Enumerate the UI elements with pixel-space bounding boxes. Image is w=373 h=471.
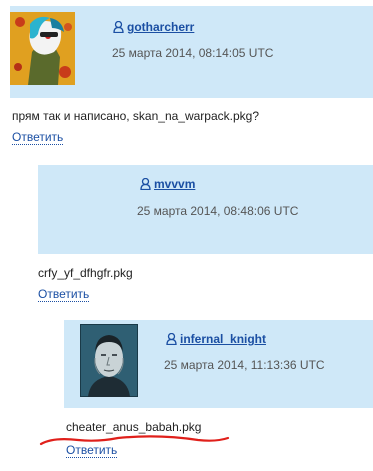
reply-link[interactable]: Ответить	[66, 444, 118, 458]
username[interactable]: infernal_knight	[180, 332, 266, 346]
comment-date: 25 марта 2014, 11:13:36 UTC	[164, 358, 325, 372]
user-icon	[166, 333, 177, 345]
comment-infernal-knight: infernal_knight 25 марта 2014, 11:13:36 …	[0, 0, 373, 471]
username-link[interactable]: infernal_knight	[166, 332, 266, 346]
avatar[interactable]	[80, 324, 138, 397]
man-portrait-icon	[80, 324, 138, 397]
